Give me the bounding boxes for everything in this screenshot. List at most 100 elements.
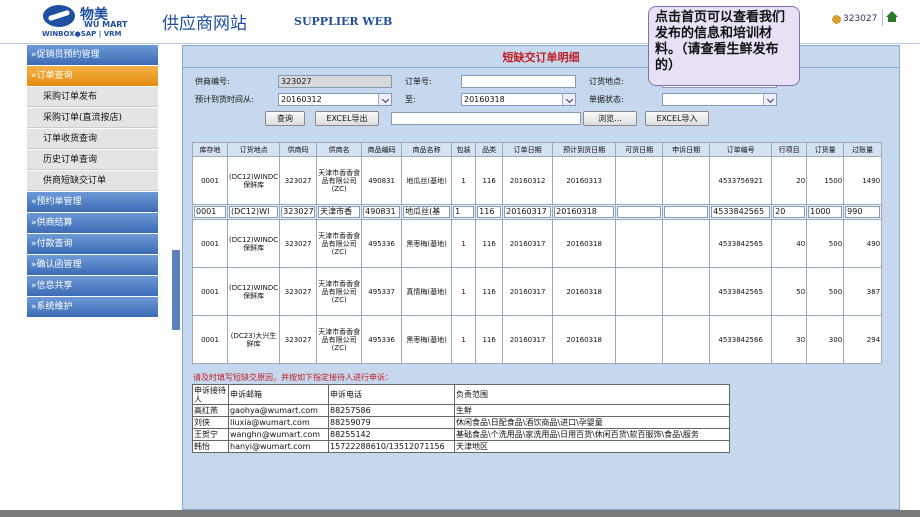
home-button[interactable] — [882, 10, 898, 26]
sidebar-subitem[interactable]: 采购订单发布 — [27, 87, 158, 107]
cell-input[interactable]: 116 — [477, 206, 502, 218]
table-cell[interactable]: 116 — [475, 204, 504, 220]
table-cell — [615, 315, 664, 364]
table-cell[interactable]: 地瓜丝(基 — [401, 204, 453, 220]
cell-input[interactable]: 20160317 — [504, 206, 552, 218]
sidebar-item[interactable]: »系统维护 — [27, 297, 158, 317]
column-header: 订单日期 — [502, 142, 554, 157]
table-cell[interactable] — [615, 204, 664, 220]
supplier-field[interactable]: 323027 — [278, 75, 392, 88]
sidebar-item[interactable]: »信息共享 — [27, 276, 158, 296]
date-from-select[interactable]: 20160312 — [278, 93, 392, 106]
table-cell[interactable]: 20160318 — [552, 204, 617, 220]
contact-row: 刘侠 liuxia@wumart.com 88259079 休闲食品\日配食品\酒饮商… — [192, 416, 730, 429]
column-header: 行项目 — [771, 142, 808, 157]
cell-input[interactable]: 990 — [845, 206, 881, 218]
table-row[interactable]: 0001 (DC12)WINDC保鲜库 323027 天津市香香食品有限公司(ZC) 4… — [192, 267, 883, 316]
column-header: 商品编码 — [361, 142, 403, 157]
table-cell[interactable]: 20 — [771, 204, 808, 220]
cell-input[interactable]: 4533842565 — [711, 206, 771, 218]
cell-input[interactable]: 20 — [773, 206, 806, 218]
cell-input[interactable]: (DC12)WI — [229, 206, 279, 218]
table-cell[interactable]: 990 — [843, 204, 883, 220]
status-label: 单据状态: — [589, 95, 624, 104]
sidebar-subitem[interactable]: 采购订单(直流按店) — [27, 108, 158, 128]
sidebar-subitem[interactable]: 订单收货查询 — [27, 129, 158, 149]
wumart-logo[interactable]: 物美 WU MART WINBOX●SAP | VRM — [40, 3, 148, 41]
table-row[interactable]: 0001 (DC12)WI 323027 天津市香 490831 地瓜丝(基 1 116 201… — [192, 204, 883, 220]
sidebar-collapse-handle[interactable] — [172, 250, 180, 330]
cell-input[interactable]: 20160318 — [554, 206, 615, 218]
table-cell: 天津市香香食品有限公司(ZC) — [316, 267, 363, 316]
table-cell[interactable]: 4533842565 — [709, 204, 773, 220]
query-button[interactable]: 查询 — [265, 111, 305, 126]
table-cell[interactable] — [662, 204, 711, 220]
table-cell: 1 — [451, 156, 477, 205]
cell-input[interactable] — [617, 206, 662, 218]
user-info[interactable]: 323027 — [832, 14, 877, 24]
user-id: 323027 — [843, 14, 878, 24]
excel-export-button[interactable]: EXCEL导出 — [315, 111, 379, 126]
site-title-en: SUPPLIER WEB — [294, 15, 393, 28]
table-cell: 20160312 — [502, 156, 554, 205]
contact-cell: 王贺宁 — [192, 428, 229, 441]
date-to-select[interactable]: 20160318 — [461, 93, 576, 106]
file-path-field[interactable] — [391, 112, 581, 125]
browse-button[interactable]: 浏览... — [583, 111, 637, 126]
sidebar-item[interactable]: »付款查询 — [27, 234, 158, 254]
cell-input[interactable]: 地瓜丝(基 — [403, 206, 451, 218]
contacts-table: 申诉接待人 申诉邮箱 申诉电话 负责范围 高红燕 gaohya@wumart.com 88… — [192, 384, 730, 453]
table-cell: 30 — [771, 315, 808, 364]
excel-import-button[interactable]: EXCEL导入 — [645, 111, 709, 126]
order-no-field[interactable] — [461, 75, 576, 88]
cell-input[interactable]: 天津市香 — [318, 206, 361, 218]
table-cell[interactable]: 490831 — [361, 204, 403, 220]
table-cell[interactable]: 天津市香 — [316, 204, 363, 220]
table-cell[interactable]: 1 — [451, 204, 477, 220]
location-label: 订货地点: — [589, 77, 624, 86]
cell-input[interactable]: 1000 — [808, 206, 843, 218]
sidebar-item[interactable]: »订单查询 — [27, 66, 158, 86]
table-cell: 116 — [475, 315, 504, 364]
table-cell — [615, 267, 664, 316]
sidebar-item[interactable]: »预约单管理 — [27, 192, 158, 212]
table-row[interactable]: 0001 (DC23)大兴生鲜库 323027 天津市香香食品有限公司(ZC) 4953… — [192, 315, 883, 364]
table-cell: 20160318 — [552, 315, 617, 364]
contact-cell: hanyi@wumart.com — [228, 440, 329, 453]
contacts-column-header: 申诉电话 — [328, 384, 455, 405]
table-cell[interactable]: 323027 — [279, 204, 318, 220]
table-cell: 20160313 — [552, 156, 617, 205]
cell-input[interactable] — [664, 206, 709, 218]
contact-row: 高红燕 gaohya@wumart.com 88257586 生鲜 — [192, 404, 730, 417]
table-cell[interactable]: 20160317 — [502, 204, 554, 220]
status-select[interactable] — [662, 93, 777, 106]
table-cell: 490 — [843, 219, 883, 268]
contact-cell: gaohya@wumart.com — [228, 404, 329, 417]
contact-row: 韩怡 hanyi@wumart.com 15722288610/1351207115… — [192, 440, 730, 453]
table-row[interactable]: 0001 (DC12)WINDC保鲜库 323027 天津市香香食品有限公司(ZC) 4… — [192, 156, 883, 205]
table-cell: 4533842565 — [709, 219, 773, 268]
contacts-header-row: 申诉接待人 申诉邮箱 申诉电话 负责范围 — [192, 384, 730, 405]
sidebar-item[interactable]: »供商结算 — [27, 213, 158, 233]
sidebar-subitem[interactable]: 供商短缺交订单 — [27, 171, 158, 191]
table-cell[interactable]: (DC12)WI — [226, 204, 281, 220]
cell-input[interactable]: 323027 — [281, 206, 316, 218]
table-cell[interactable]: 1000 — [806, 204, 845, 220]
chevron-down-icon — [381, 95, 390, 104]
column-header: 品类 — [475, 142, 504, 157]
contact-cell: 刘侠 — [192, 416, 229, 429]
sidebar-item[interactable]: »促销员预约管理 — [27, 45, 158, 65]
column-header: 可货日期 — [615, 142, 664, 157]
cell-input[interactable]: 0001 — [194, 206, 226, 218]
sidebar-item[interactable]: »确认函管理 — [27, 255, 158, 275]
column-header: 订货量 — [806, 142, 845, 157]
table-cell: 116 — [475, 156, 504, 205]
table-cell: 495336 — [361, 219, 403, 268]
shortage-order-table: 库存地 订货地点 供商码 供商名 商品编码 商品名称 包装 品类 订单日期 预计到货日期 可货日期申… — [192, 142, 883, 364]
table-cell: 天津市香香食品有限公司(ZC) — [316, 219, 363, 268]
table-row[interactable]: 0001 (DC12)WINDC保鲜库 323027 天津市香香食品有限公司(ZC) 4… — [192, 219, 883, 268]
cell-input[interactable]: 490831 — [363, 206, 401, 218]
cell-input[interactable]: 1 — [453, 206, 475, 218]
sidebar-subitem[interactable]: 历史订单查询 — [27, 150, 158, 170]
table-cell[interactable]: 0001 — [192, 204, 228, 220]
